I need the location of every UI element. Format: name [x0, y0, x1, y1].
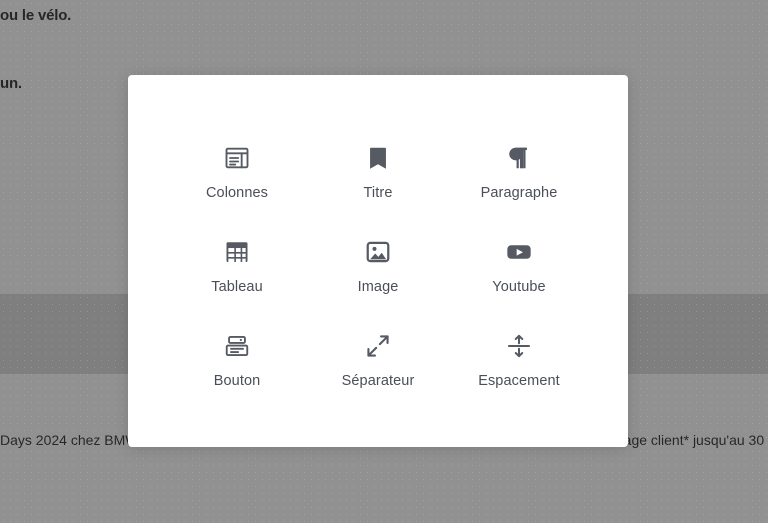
- block-option-bouton[interactable]: Bouton: [167, 310, 307, 404]
- screen: ou le vélo. un. Days 2024 chez BMW ntage…: [0, 0, 768, 523]
- block-label-bouton: Bouton: [213, 373, 261, 390]
- block-option-colonnes[interactable]: Colonnes: [167, 122, 307, 216]
- block-label-espacement: Espacement: [478, 373, 560, 390]
- block-option-espacement[interactable]: Espacement: [449, 310, 589, 404]
- block-option-separateur[interactable]: Séparateur: [308, 310, 448, 404]
- block-option-image[interactable]: Image: [308, 216, 448, 310]
- block-label-separateur: Séparateur: [341, 373, 415, 390]
- bookmark-icon: [364, 141, 392, 175]
- block-label-colonnes: Colonnes: [205, 185, 269, 202]
- block-option-paragraphe: Paragraphe: [449, 122, 589, 216]
- block-label-youtube: Youtube: [492, 279, 546, 296]
- block-grid: Colonnes Titre Paragraphe Tableau Image …: [167, 122, 589, 404]
- image-icon: [364, 235, 392, 269]
- block-picker-dialog: Colonnes Titre Paragraphe Tableau Image …: [128, 75, 628, 447]
- block-option-youtube[interactable]: Youtube: [449, 216, 589, 310]
- button-icon: [223, 329, 251, 363]
- block-label-titre: Titre: [363, 185, 393, 202]
- block-label-image: Image: [357, 279, 399, 296]
- table-icon: [223, 235, 251, 269]
- diagonal-arrows-icon: [364, 329, 392, 363]
- block-label-paragraphe: Paragraphe: [480, 185, 558, 202]
- block-option-tableau[interactable]: Tableau: [167, 216, 307, 310]
- vertical-spacing-icon: [505, 329, 533, 363]
- block-label-tableau: Tableau: [211, 279, 263, 296]
- youtube-icon: [505, 235, 533, 269]
- block-option-titre[interactable]: Titre: [308, 122, 448, 216]
- pilcrow-icon: [505, 141, 533, 175]
- columns-icon: [223, 141, 251, 175]
